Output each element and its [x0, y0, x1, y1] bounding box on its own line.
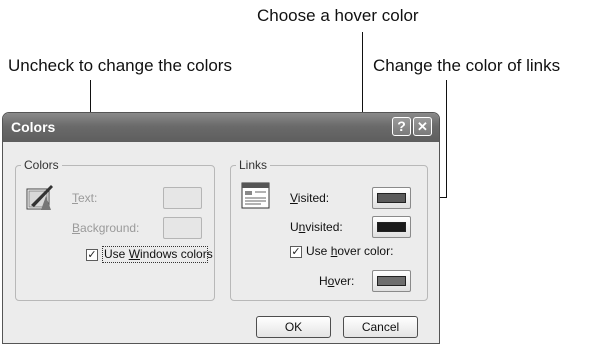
unvisited-color-swatch[interactable]: [372, 216, 411, 238]
callout-uncheck-colors: Uncheck to change the colors: [8, 56, 232, 75]
use-hover-color-label: Use hover color:: [306, 244, 394, 258]
web-page-icon: [241, 182, 270, 209]
colors-dialog: Colors ? ✕ Colors Text: Background: ✓ Us…: [2, 112, 440, 344]
hover-color-swatch[interactable]: [372, 270, 411, 292]
links-group-legend: Links: [236, 158, 271, 172]
help-button[interactable]: ?: [392, 117, 411, 136]
callout-link-colors: Change the color of links: [373, 56, 561, 75]
use-windows-colors-checkbox[interactable]: ✓: [86, 249, 98, 261]
cancel-button[interactable]: Cancel: [343, 316, 418, 338]
colors-group: Colors Text: Background: ✓ Use Windows c…: [15, 158, 215, 301]
ok-button[interactable]: OK: [256, 316, 331, 338]
unvisited-color-label: Unvisited:: [290, 220, 343, 234]
dialog-title: Colors: [11, 119, 56, 135]
text-color-swatch[interactable]: [163, 187, 202, 209]
background-color-label: Background:: [72, 221, 140, 235]
title-bar[interactable]: Colors ? ✕: [3, 113, 439, 142]
text-color-label: Text:: [72, 191, 98, 205]
visited-color-swatch[interactable]: [372, 187, 411, 209]
leader-line-links-v: [446, 80, 447, 198]
links-group: Links Visited: Unvisited: ✓ Use hover co…: [230, 158, 428, 301]
callout-hover-color: Choose a hover color: [257, 6, 419, 25]
hover-color-fill: [377, 276, 406, 286]
hover-color-label: Hover:: [319, 274, 355, 288]
visited-color-fill: [377, 193, 406, 203]
brush-palette-icon: [26, 185, 53, 210]
use-hover-color-checkbox[interactable]: ✓: [290, 246, 302, 258]
use-windows-colors-label: Use Windows colors: [104, 247, 213, 261]
background-color-swatch[interactable]: [163, 217, 202, 239]
visited-color-label: Visited:: [290, 191, 330, 205]
unvisited-color-fill: [377, 222, 406, 232]
colors-group-legend: Colors: [21, 158, 62, 172]
close-button[interactable]: ✕: [413, 117, 432, 136]
